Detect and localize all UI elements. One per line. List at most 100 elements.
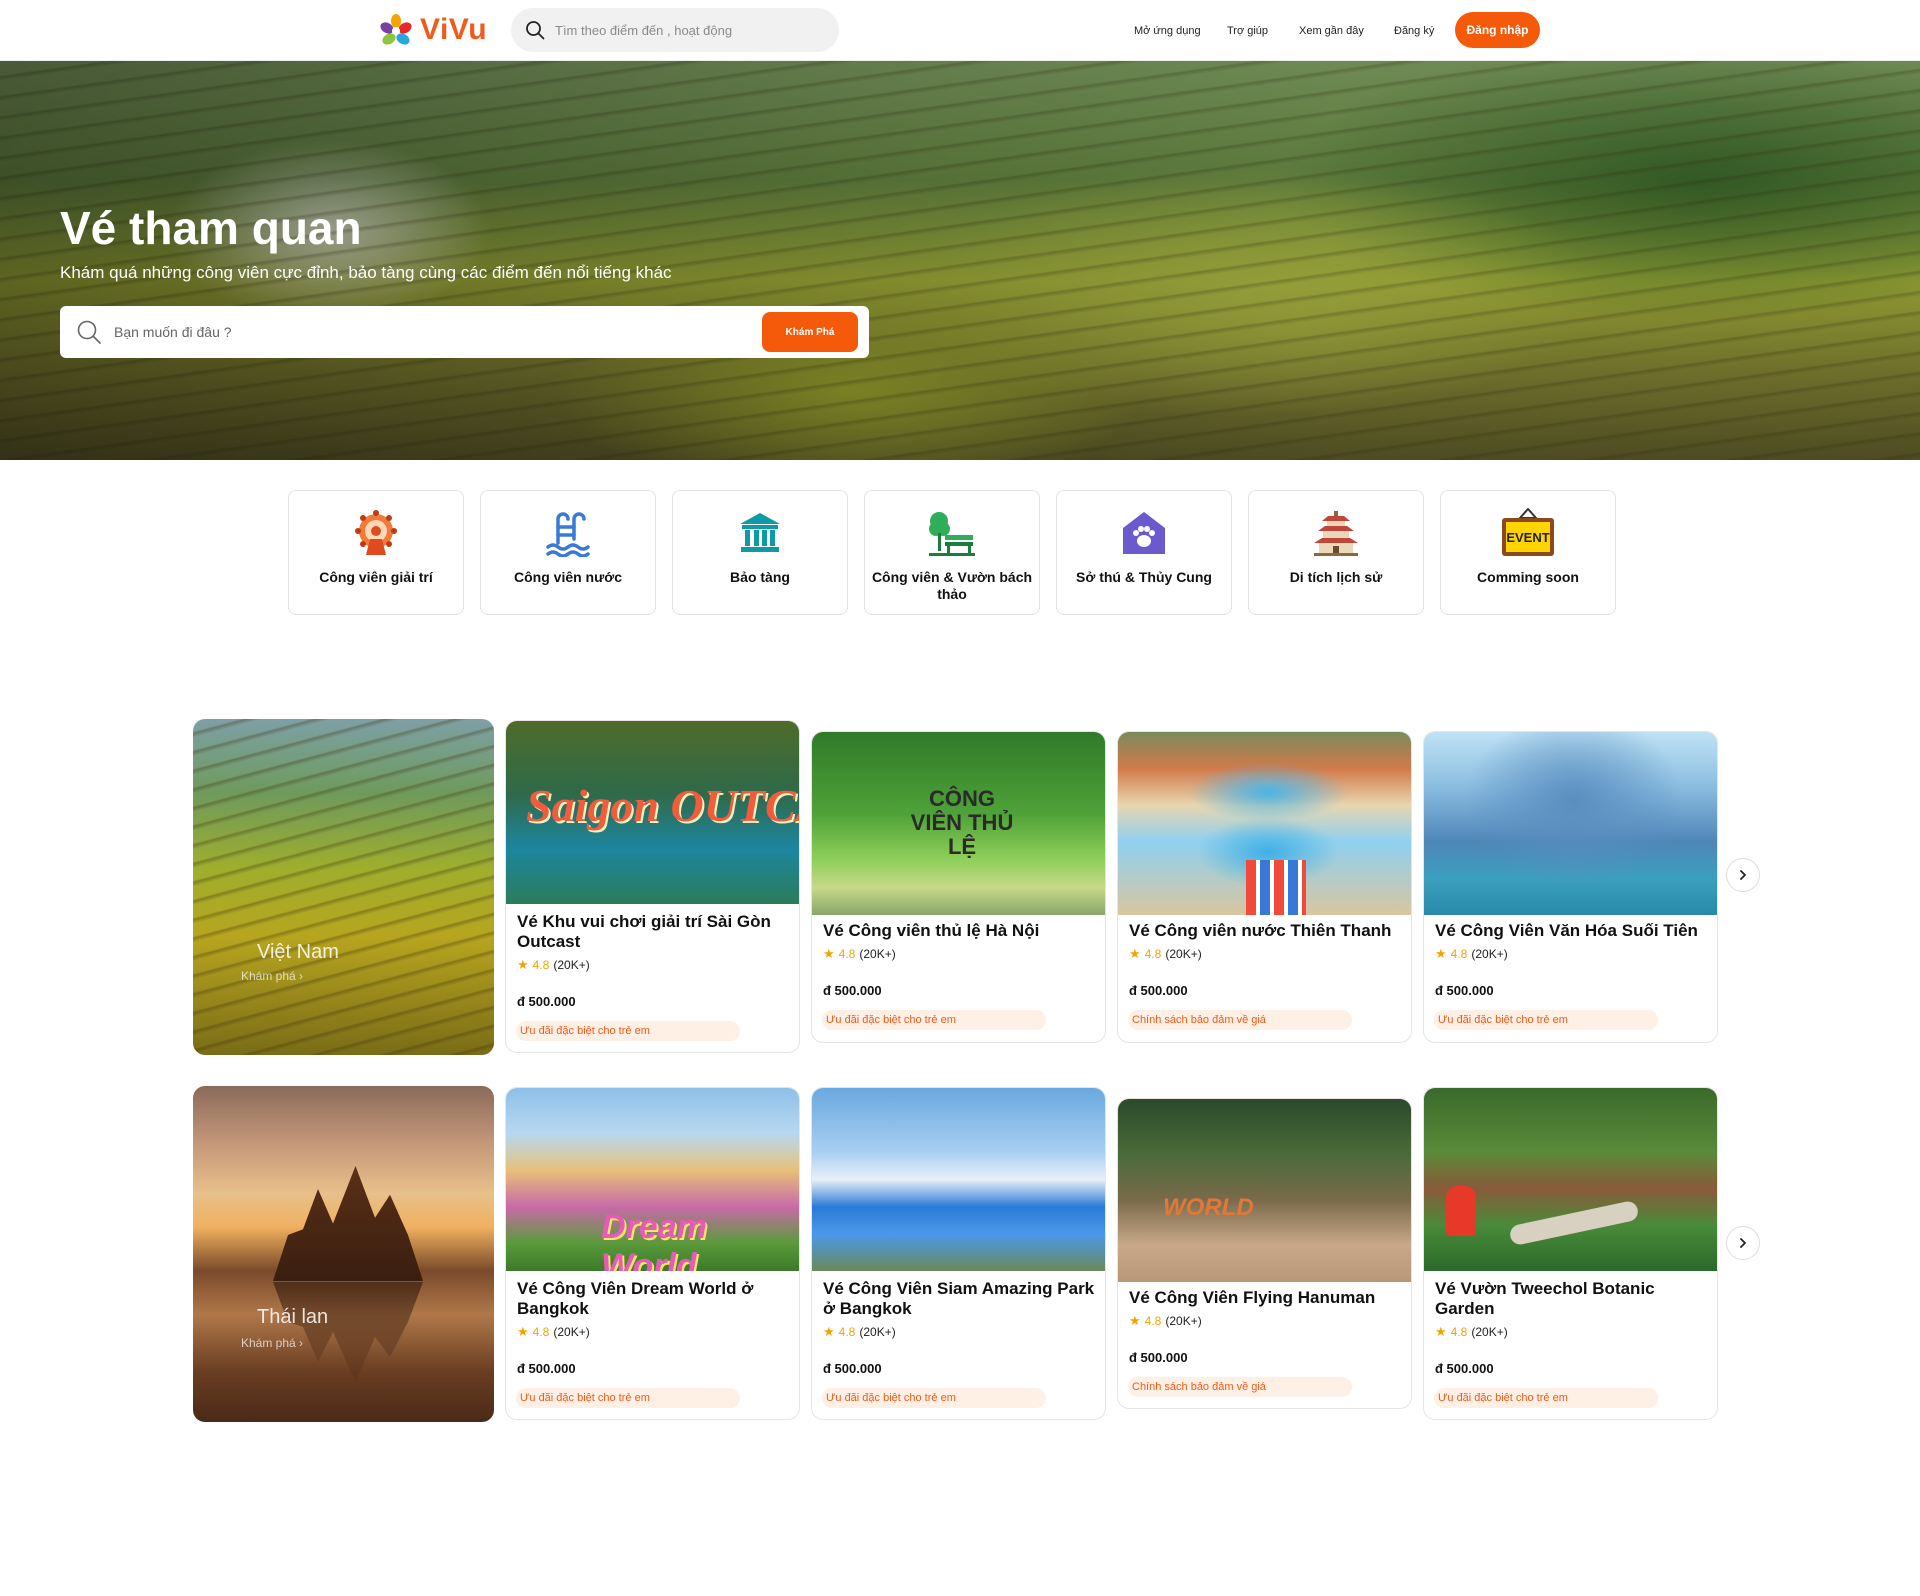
card-rating: ★ 4.8 (20K+) <box>517 957 590 973</box>
card-rating: ★ 4.8 (20K+) <box>1129 946 1202 962</box>
product-card[interactable]: Vé Vườn Tweechol Botanic Garden ★ 4.8 (20K… <box>1423 1087 1718 1420</box>
region-explore-link[interactable]: Khám phá › <box>241 1336 303 1350</box>
pagoda-icon <box>1314 511 1358 556</box>
region-explore-label: Khám phá <box>241 1336 296 1350</box>
card-price: đ 500.000 <box>1435 1361 1494 1376</box>
card-price: đ 500.000 <box>517 1361 576 1376</box>
card-rating: ★ 4.8 (20K+) <box>823 946 896 962</box>
carousel-next-button[interactable] <box>1726 858 1760 892</box>
explore-button[interactable]: Khám Phá <box>762 312 858 352</box>
product-card[interactable]: Saigon OUTCAST Vé Khu vui chơi giải trí … <box>505 720 800 1053</box>
svg-text:EVENT: EVENT <box>1506 530 1549 545</box>
category-label: Di tích lịch sử <box>1289 569 1383 585</box>
review-count: (20K+) <box>1471 1325 1508 1339</box>
product-card[interactable]: CÔNG VIÊN THỦ LỆ Vé Công viên thủ lệ Hà … <box>811 731 1106 1043</box>
site-header: ViVu Mở ứng dụng Trợ giúp Xem gần đây Đă… <box>0 0 1920 61</box>
card-price: đ 500.000 <box>1435 983 1494 998</box>
category-amusement-park[interactable]: Công viên giải trí <box>288 490 464 615</box>
promo-tag: Ưu đãi đặc biệt cho trẻ em <box>1434 1388 1658 1408</box>
card-title: Vé Công Viên Flying Hanuman <box>1129 1288 1376 1307</box>
nav-open-app-link[interactable]: Mở ứng dụng <box>1134 25 1201 37</box>
hero-overlay <box>0 61 1920 460</box>
star-icon: ★ <box>517 957 529 972</box>
rating-score: 4.8 <box>838 947 856 961</box>
rating-score: 4.8 <box>532 1325 550 1339</box>
region-card-vietnam[interactable]: Việt Nam Khám phá › <box>193 719 494 1055</box>
review-count: (20K+) <box>553 958 590 972</box>
top-search-input[interactable] <box>555 22 825 38</box>
product-card[interactable]: Dream World Vé Công Viên Dream World ở B… <box>505 1087 800 1420</box>
top-search-bar[interactable] <box>511 8 839 52</box>
card-title: Vé Công viên thủ lệ Hà Nội <box>823 921 1040 940</box>
region-card-thailand[interactable]: Thái lan Khám phá › <box>193 1086 494 1422</box>
water-slides <box>1246 860 1306 915</box>
star-icon: ★ <box>823 1324 835 1339</box>
card-image-caption: WORLD <box>1163 1194 1254 1221</box>
category-museum[interactable]: Bảo tàng <box>672 490 848 615</box>
star-icon: ★ <box>1435 1324 1447 1339</box>
search-icon <box>77 320 101 344</box>
region-explore-link[interactable]: Khám phá › <box>241 969 303 983</box>
garden-path <box>1508 1199 1640 1247</box>
card-rating: ★ 4.8 (20K+) <box>1435 1324 1508 1340</box>
star-icon: ★ <box>517 1324 529 1339</box>
rating-score: 4.8 <box>838 1325 856 1339</box>
card-title: Vé Công Viên Siam Amazing Park ở Bangkok <box>823 1279 1095 1318</box>
temple-silhouette <box>273 1166 423 1281</box>
promo-tag: Ưu đãi đặc biệt cho trẻ em <box>1434 1010 1658 1030</box>
brand-logo[interactable]: ViVu <box>378 10 487 50</box>
chevron-right-icon <box>1740 870 1746 880</box>
nav-help-link[interactable]: Trợ giúp <box>1227 25 1268 37</box>
ferris-wheel-icon <box>355 510 397 555</box>
review-count: (20K+) <box>859 1325 896 1339</box>
category-label: Sở thú & Thủy Cung <box>1076 569 1212 585</box>
card-image <box>1424 732 1717 915</box>
promo-tag: Chính sách bảo đảm về giá <box>1128 1377 1352 1397</box>
nav-register-link[interactable]: Đăng ký <box>1394 25 1434 37</box>
nav-recent-link[interactable]: Xem gần đây <box>1299 25 1364 37</box>
card-title: Vé Công Viên Dream World ở Bangkok <box>517 1279 754 1318</box>
card-image-caption: Saigon OUTCAST <box>526 780 799 831</box>
nav-recent[interactable]: Xem gần đây <box>1299 0 1364 61</box>
nav-register[interactable]: Đăng ký <box>1394 0 1434 61</box>
nav-help[interactable]: Trợ giúp <box>1227 0 1268 61</box>
card-title: Vé Vườn Tweechol Botanic Garden <box>1435 1279 1655 1318</box>
promo-tag: Ưu đãi đặc biệt cho trẻ em <box>822 1388 1046 1408</box>
star-icon: ★ <box>1129 1313 1141 1328</box>
card-image-caption: CÔNG VIÊN THỦ LỆ <box>910 786 1014 859</box>
hero-title: Vé tham quan <box>60 202 362 254</box>
login-button[interactable]: Đăng nhập <box>1455 12 1540 48</box>
santa-figure <box>1446 1186 1476 1236</box>
product-card[interactable]: Vé Công Viên Siam Amazing Park ở Bangkok… <box>811 1087 1106 1420</box>
promo-tag: Ưu đãi đặc biệt cho trẻ em <box>516 1388 740 1408</box>
card-image-caption: Dream World <box>601 1208 707 1271</box>
review-count: (20K+) <box>859 947 896 961</box>
hero-subtitle: Khám quá những công viên cực đỉnh, bảo t… <box>60 263 672 282</box>
product-card[interactable]: Vé Công viên nước Thiên Thanh ★ 4.8 (20K+)… <box>1117 731 1412 1043</box>
card-price: đ 500.000 <box>517 994 576 1009</box>
card-title: Vé Khu vui chơi giải trí Sài Gòn Outcast <box>517 912 771 951</box>
category-zoo-aquarium[interactable]: Sở thú & Thủy Cung <box>1056 490 1232 615</box>
hero-search-bar[interactable]: Khám Phá <box>60 306 869 358</box>
nav-open-app[interactable]: Mở ứng dụng <box>1134 0 1201 61</box>
card-image <box>812 1088 1105 1271</box>
product-card[interactable]: Vé Công Viên Văn Hóa Suối Tiên ★ 4.8 (20K+… <box>1423 731 1718 1043</box>
category-botanical-garden[interactable]: Công viên & Vườn bách thảo <box>864 490 1040 615</box>
temple-reflection <box>273 1282 423 1382</box>
card-title: Vé Công Viên Văn Hóa Suối Tiên <box>1435 921 1698 940</box>
category-historical-site[interactable]: Di tích lịch sử <box>1248 490 1424 615</box>
promo-tag: Ưu đãi đặc biệt cho trẻ em <box>516 1021 740 1041</box>
card-image: CÔNG VIÊN THỦ LỆ <box>812 732 1105 915</box>
card-image: Saigon OUTCAST <box>506 721 799 904</box>
hero-search-input[interactable] <box>114 324 734 340</box>
carousel-next-button[interactable] <box>1726 1226 1760 1260</box>
category-water-park[interactable]: Công viên nước <box>480 490 656 615</box>
terrace-texture <box>193 719 494 1055</box>
category-label: Comming soon <box>1477 569 1579 585</box>
category-coming-soon[interactable]: EVENT Comming soon <box>1440 490 1616 615</box>
card-price: đ 500.000 <box>823 1361 882 1376</box>
product-card[interactable]: WORLD Vé Công Viên Flying Hanuman ★ 4.8 (2… <box>1117 1098 1412 1409</box>
card-rating: ★ 4.8 (20K+) <box>517 1324 590 1340</box>
region-name: Việt Nam <box>257 941 339 963</box>
category-label: Bảo tàng <box>730 569 790 585</box>
